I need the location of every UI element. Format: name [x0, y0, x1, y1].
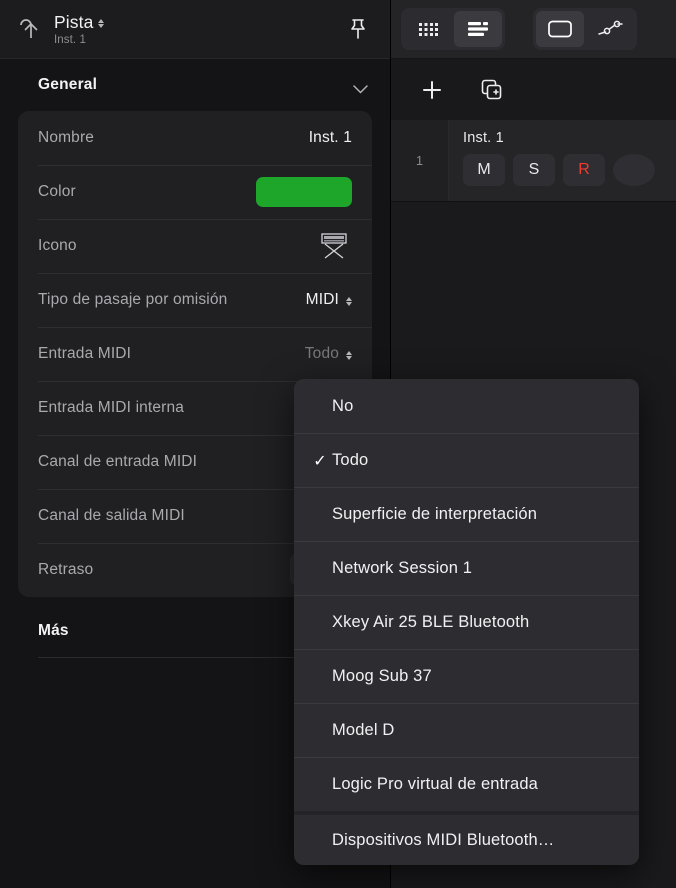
row-label: Icono — [38, 237, 77, 254]
chevron-down-icon[interactable] — [353, 81, 368, 94]
section-title: General — [38, 76, 98, 93]
back-arrow-icon[interactable] — [14, 12, 48, 46]
menu-item-label: Model D — [332, 721, 395, 739]
menu-item-network-session-1[interactable]: Network Session 1 — [294, 541, 639, 595]
track-number: 1 — [391, 120, 449, 201]
automation-button[interactable] — [586, 11, 634, 47]
row-tipo-pasaje[interactable]: Tipo de pasaje por omisión MIDI — [18, 273, 372, 327]
view-mode-group — [401, 8, 505, 50]
row-label: Color — [38, 183, 76, 200]
record-enable-button[interactable]: R — [563, 154, 605, 186]
chevron-updown-icon[interactable] — [98, 19, 105, 28]
midi-input-dropdown-menu: No ✓ Todo Superficie de interpretación N… — [294, 379, 639, 865]
row-value-text: Todo — [304, 345, 339, 362]
pushpin-icon[interactable] — [340, 11, 376, 47]
row-entrada-midi[interactable]: Entrada MIDI Todo — [18, 327, 372, 381]
row-value-entrada-midi[interactable]: Todo — [305, 345, 352, 363]
row-label: Entrada MIDI — [38, 345, 132, 362]
editor-mode-group — [533, 8, 637, 50]
menu-item-moog-sub-37[interactable]: Moog Sub 37 — [294, 649, 639, 703]
region-view-button[interactable] — [536, 11, 584, 47]
row-label: Nombre — [38, 129, 95, 146]
color-swatch[interactable] — [256, 177, 352, 207]
input-monitoring-button[interactable] — [613, 154, 655, 186]
menu-item-dispositivos-midi-bluetooth[interactable]: Dispositivos MIDI Bluetooth… — [294, 811, 639, 865]
row-value-text: MIDI — [305, 291, 339, 308]
menu-item-label: Network Session 1 — [332, 559, 473, 577]
menu-item-label: Dispositivos MIDI Bluetooth… — [332, 830, 555, 849]
track-name[interactable]: Inst. 1 — [463, 130, 676, 146]
track-list: 1 Inst. 1 M S R — [391, 120, 676, 202]
inspector-title-block: Pista Inst. 1 — [54, 12, 340, 46]
row-value-tipo-pasaje[interactable]: MIDI — [306, 291, 352, 309]
page-title: Pista — [54, 12, 94, 32]
chevron-updown-icon[interactable] — [346, 296, 352, 306]
row-nombre[interactable]: Nombre Inst. 1 — [18, 111, 372, 165]
row-label: Retraso — [38, 561, 94, 578]
menu-item-logic-pro-virtual-entrada[interactable]: Logic Pro virtual de entrada — [294, 757, 639, 811]
menu-item-label: Superficie de interpretación — [332, 505, 538, 523]
solo-button[interactable]: S — [513, 154, 555, 186]
track-toolbar — [391, 59, 676, 120]
grid-view-button[interactable] — [404, 11, 452, 47]
inspector-header: Pista Inst. 1 — [0, 0, 390, 59]
section-header-general[interactable]: General — [0, 59, 390, 111]
row-value-icono[interactable] — [316, 230, 352, 262]
row-color[interactable]: Color — [18, 165, 372, 219]
menu-item-label: Xkey Air 25 BLE Bluetooth — [332, 613, 530, 631]
list-view-button[interactable] — [454, 11, 502, 47]
section-title: Más — [38, 622, 69, 639]
logic-pro-track-inspector: Pista Inst. 1 General Nombre Inst. 1 Col… — [0, 0, 676, 888]
menu-item-label: No — [332, 396, 354, 415]
menu-item-label: Moog Sub 37 — [332, 667, 432, 685]
chevron-updown-icon[interactable] — [346, 350, 352, 360]
inspector-subtitle: Inst. 1 — [54, 34, 87, 46]
view-toolbar — [391, 0, 676, 59]
menu-item-xkey-air-25[interactable]: Xkey Air 25 BLE Bluetooth — [294, 595, 639, 649]
track-body[interactable]: Inst. 1 M S R — [449, 120, 676, 201]
row-value-nombre[interactable]: Inst. 1 — [309, 129, 352, 147]
add-track-button[interactable] — [415, 73, 449, 107]
checkmark-icon: ✓ — [313, 452, 327, 470]
menu-item-label: Todo — [332, 451, 369, 469]
track-row[interactable]: 1 Inst. 1 M S R — [391, 120, 676, 202]
mute-button[interactable]: M — [463, 154, 505, 186]
keyboard-stand-icon[interactable] — [316, 230, 352, 262]
row-label: Tipo de pasaje por omisión — [38, 291, 228, 308]
track-controls: M S R — [463, 154, 676, 186]
menu-item-no[interactable]: No — [294, 379, 639, 433]
menu-item-label: Logic Pro virtual de entrada — [332, 775, 538, 793]
menu-item-superficie-interpretacion[interactable]: Superficie de interpretación — [294, 487, 639, 541]
duplicate-track-button[interactable] — [475, 73, 509, 107]
menu-item-todo[interactable]: ✓ Todo — [294, 433, 639, 487]
row-value-color[interactable] — [256, 177, 352, 207]
menu-item-model-d[interactable]: Model D — [294, 703, 639, 757]
row-icono[interactable]: Icono — [18, 219, 372, 273]
